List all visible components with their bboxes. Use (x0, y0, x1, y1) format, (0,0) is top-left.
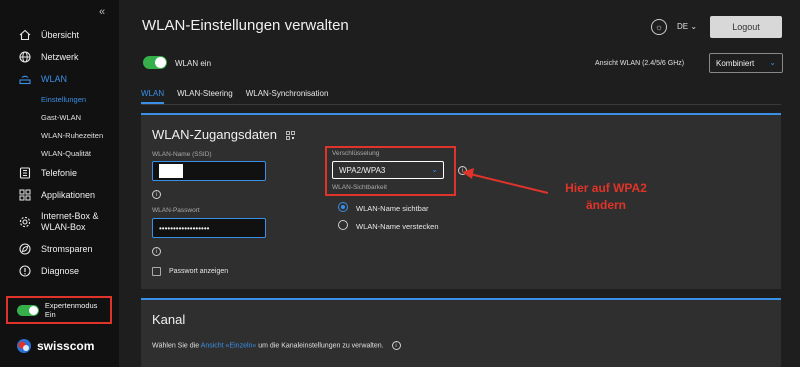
apps-icon (18, 188, 32, 202)
expert-mode-label: Expertenmodus Ein (44, 301, 98, 319)
page-title: WLAN-Einstellungen verwalten (142, 17, 349, 34)
sidebar-item-telefonie[interactable]: Telefonie (0, 162, 119, 184)
sidebar-item-internet-box[interactable]: Internet-Box & WLAN-Box (0, 206, 119, 238)
sidebar-subitem-einstellungen[interactable]: Einstellungen (0, 90, 119, 108)
chevron-down-icon: ⌄ (431, 165, 438, 174)
brand-name: swisscom (37, 339, 95, 353)
logout-button[interactable]: Logout (710, 16, 782, 38)
channel-card: Kanal Wählen Sie die Ansicht «Einzeln» u… (141, 298, 781, 367)
app-root: « Übersicht Netzwerk WLAN Einstellungen … (0, 0, 800, 367)
swisscom-logo: swisscom (16, 338, 94, 354)
alert-icon (18, 264, 32, 278)
channel-info-icon[interactable]: i (391, 341, 401, 350)
tab-wlan[interactable]: WLAN (141, 89, 165, 104)
view-select[interactable]: Kombiniert ⌄ (709, 53, 783, 73)
expert-mode-switch[interactable] (17, 304, 39, 316)
gear-icon (18, 215, 32, 229)
sidebar-item-label: Telefonie (41, 168, 78, 178)
sidebar-nav: Übersicht Netzwerk WLAN Einstellungen Ga… (0, 24, 119, 282)
leaf-icon (18, 242, 32, 256)
encryption-select[interactable]: WPA2/WPA3 ⌄ (332, 161, 444, 179)
password-input[interactable]: •••••••••••••••••• (152, 218, 266, 238)
chevron-down-icon: ⌄ (690, 22, 698, 31)
collapse-sidebar-icon[interactable]: « (99, 6, 105, 18)
sidebar-item-wlan[interactable]: WLAN (0, 68, 119, 90)
encryption-label: Verschlüsselung (332, 150, 380, 157)
ssid-input[interactable] (152, 161, 266, 181)
single-view-link[interactable]: Ansicht «Einzeln» (201, 342, 257, 349)
ssid-info-icon[interactable]: i (152, 190, 161, 199)
wlan-toggle-label: WLAN ein (175, 59, 212, 68)
ssid-label: WLAN-Name (SSID) (152, 151, 212, 158)
theme-sun-icon[interactable]: ☼ (651, 19, 667, 35)
view-label: Ansicht WLAN (2.4/5/6 GHz) (595, 60, 685, 67)
sidebar-subitem-qualitaet[interactable]: WLAN-Qualität (0, 144, 119, 162)
encryption-info-icon[interactable]: i (458, 166, 467, 175)
sidebar: « Übersicht Netzwerk WLAN Einstellungen … (0, 0, 119, 367)
hidden-radio[interactable] (338, 220, 348, 230)
qr-code-icon[interactable] (285, 128, 295, 143)
sidebar-subitem-ruhezeiten[interactable]: WLAN-Ruhezeiten (0, 126, 119, 144)
annotation-text: Hier auf WPA2 ändern (565, 181, 647, 212)
ssid-redacted (159, 164, 183, 178)
visible-radio-label: WLAN-Name sichtbar (356, 204, 429, 213)
encryption-value: WPA2/WPA3 (339, 165, 386, 175)
access-card: WLAN-Zugangsdaten WLAN-Name (SSID) i WLA… (141, 113, 781, 289)
sidebar-subitem-gast-wlan[interactable]: Gast-WLAN (0, 108, 119, 126)
main-content: WLAN-Einstellungen verwalten ☼ DE ⌄ Logo… (119, 0, 800, 367)
sidebar-item-diagnose[interactable]: Diagnose (0, 260, 119, 282)
swisscom-lifeform-icon (17, 339, 31, 353)
sidebar-item-label: Netzwerk (41, 52, 79, 62)
expert-mode-toggle[interactable]: Expertenmodus Ein (6, 296, 112, 324)
language-select[interactable]: DE ⌄ (677, 22, 697, 31)
wlan-toggle[interactable] (143, 56, 167, 69)
phone-icon (18, 166, 32, 180)
hidden-radio-label: WLAN-Name verstecken (356, 222, 439, 231)
sidebar-item-label: Diagnose (41, 266, 80, 276)
view-select-value: Kombiniert (716, 58, 755, 68)
show-password-checkbox[interactable] (152, 267, 161, 276)
sidebar-item-stromsparen[interactable]: Stromsparen (0, 238, 119, 260)
sidebar-item-applikationen[interactable]: Applikationen (0, 184, 119, 206)
channel-card-title: Kanal (152, 312, 186, 327)
password-label: WLAN-Passwort (152, 207, 200, 214)
channel-hint: Wählen Sie die Ansicht «Einzeln» um die … (152, 341, 401, 350)
tab-wlan-steering[interactable]: WLAN-Steering (177, 89, 233, 104)
sidebar-item-uebersicht[interactable]: Übersicht (0, 24, 119, 46)
sidebar-item-label: Applikationen (41, 190, 96, 200)
show-password-label: Passwort anzeigen (169, 268, 229, 275)
tab-divider (141, 104, 781, 105)
visibility-label: WLAN-Sichtbarkeit (332, 184, 387, 191)
wifi-router-icon (18, 72, 32, 86)
password-value: •••••••••••••••••• (159, 223, 210, 233)
sidebar-item-netzwerk[interactable]: Netzwerk (0, 46, 119, 68)
tab-bar: WLAN WLAN-Steering WLAN-Synchronisation (141, 89, 341, 104)
home-icon (18, 28, 32, 42)
password-info-icon[interactable]: i (152, 247, 161, 256)
chevron-down-icon: ⌄ (769, 58, 776, 67)
visible-radio[interactable] (338, 202, 348, 212)
sidebar-item-label: Übersicht (41, 30, 80, 40)
sidebar-item-label: Stromsparen (41, 244, 93, 254)
sidebar-item-label: Internet-Box & WLAN-Box (41, 211, 99, 232)
globe-icon (18, 50, 32, 64)
access-card-title: WLAN-Zugangsdaten (152, 127, 295, 143)
sidebar-item-label: WLAN (41, 74, 68, 84)
tab-wlan-synchronisation[interactable]: WLAN-Synchronisation (246, 89, 329, 104)
